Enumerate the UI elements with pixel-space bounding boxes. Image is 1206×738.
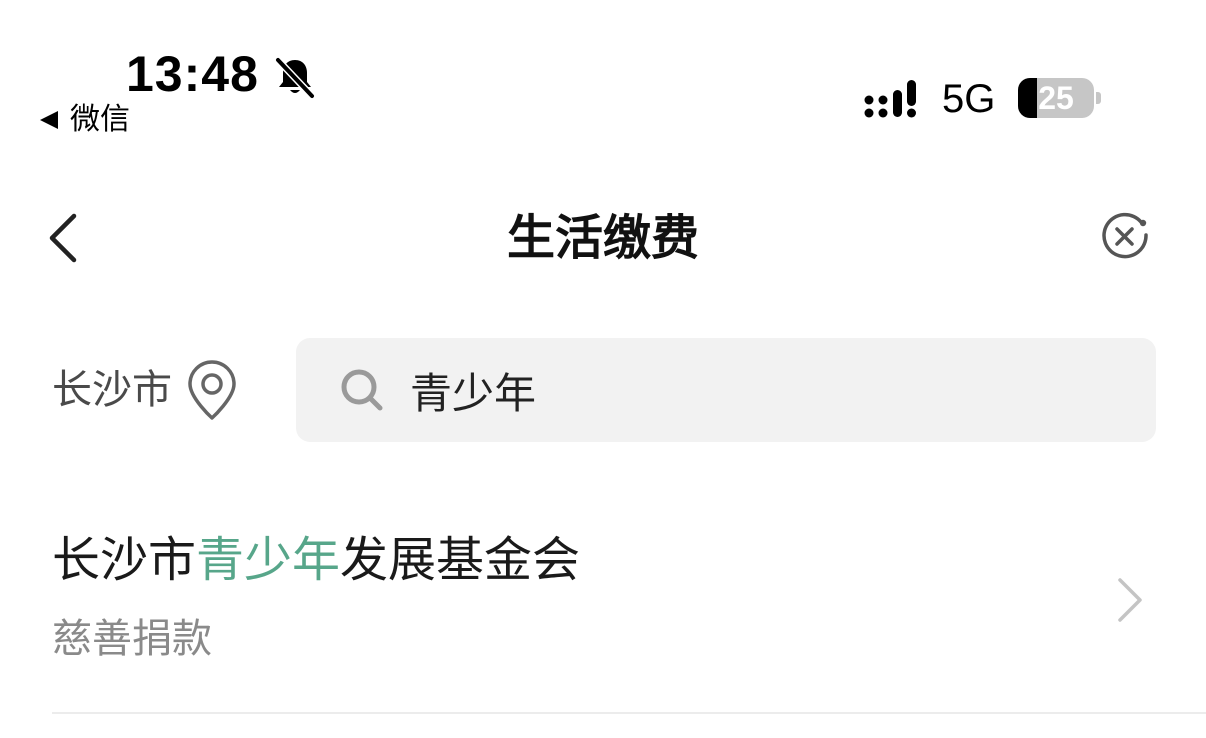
battery-tip xyxy=(1096,92,1101,104)
signal-icon xyxy=(864,80,916,118)
back-app-label: 微信 xyxy=(70,102,130,137)
bell-slash-icon xyxy=(275,57,315,99)
network-type: 5G xyxy=(942,77,996,121)
result-subtitle: 慈善捐款 xyxy=(52,616,212,662)
close-circle-icon[interactable] xyxy=(1098,210,1152,264)
status-time: 13:48 xyxy=(126,46,259,102)
location-pin-icon xyxy=(188,360,236,420)
city-label: 长沙市 xyxy=(52,367,172,413)
search-box[interactable] xyxy=(296,338,1156,442)
list-divider xyxy=(52,712,1206,714)
search-icon xyxy=(341,369,383,411)
list-item[interactable]: 长沙市青少年发展基金会 慈善捐款 xyxy=(0,500,1206,712)
page-title: 生活缴费 xyxy=(506,210,699,266)
search-input[interactable] xyxy=(410,365,1110,415)
result-title-prefix: 长沙市 xyxy=(52,532,197,588)
battery-icon: 25 xyxy=(1018,78,1094,118)
back-to-app-link[interactable]: 微信 xyxy=(38,100,130,140)
battery-level: 25 xyxy=(1038,80,1074,116)
result-title-suffix: 发展基金会 xyxy=(340,532,581,588)
back-triangle-icon xyxy=(40,111,58,129)
chevron-right-icon xyxy=(1118,578,1142,622)
result-title-highlight: 青少年 xyxy=(196,532,341,588)
result-title: 长沙市青少年发展基金会 xyxy=(52,530,580,590)
city-selector[interactable]: 长沙市 xyxy=(52,358,242,422)
